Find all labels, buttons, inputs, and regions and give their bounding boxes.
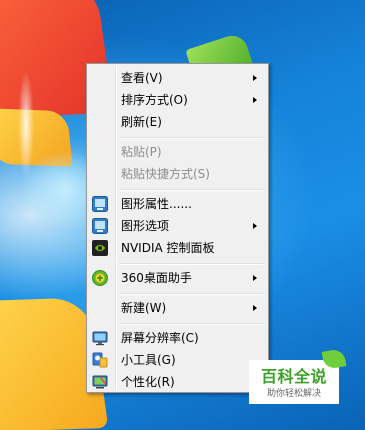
menu-item-new[interactable]: 新建(W): [89, 297, 266, 319]
menu-item-sort-by[interactable]: 排序方式(O): [89, 89, 266, 111]
menu-item-label: 查看(V): [121, 71, 163, 85]
menu-item-label: 排序方式(O): [121, 93, 188, 107]
menu-item-graphics-options[interactable]: 图形选项: [89, 215, 266, 237]
menu-item-label: 图形选项: [121, 219, 170, 233]
submenu-arrow-icon: [253, 97, 257, 103]
menu-item-gadgets[interactable]: 小工具(G): [89, 349, 266, 371]
watermark-title: 百科全说: [260, 367, 327, 386]
menu-item-view[interactable]: 查看(V): [89, 67, 266, 89]
menu-item-screen-resolution[interactable]: 屏幕分辨率(C): [89, 327, 266, 349]
personalize-icon: [92, 374, 108, 390]
menu-item-label: 360桌面助手: [121, 271, 192, 285]
menu-item-label: 新建(W): [121, 301, 167, 315]
menu-item-nvidia-control-panel[interactable]: NVIDIA 控制面板: [89, 237, 266, 259]
submenu-arrow-icon: [253, 75, 257, 81]
menu-item-label: 图形属性......: [121, 197, 192, 211]
nvidia-icon: [92, 240, 108, 256]
menu-separator: [119, 263, 265, 265]
desktop-context-menu: 查看(V) 排序方式(O) 刷新(E) 粘贴(P) 粘贴快捷方式(S) 图形属性…: [86, 63, 269, 393]
gadgets-icon: [92, 352, 108, 368]
intel-graphics-options-icon: [92, 218, 108, 234]
menu-item-graphics-properties[interactable]: 图形属性......: [89, 193, 266, 215]
menu-separator: [119, 293, 265, 295]
menu-item-paste-shortcut[interactable]: 粘贴快捷方式(S): [89, 163, 266, 185]
submenu-arrow-icon: [253, 305, 257, 311]
menu-item-360-desktop-assistant[interactable]: 360桌面助手: [89, 267, 266, 289]
menu-item-refresh[interactable]: 刷新(E): [89, 111, 266, 133]
wallpaper-light-streak: [18, 70, 34, 180]
menu-item-personalize[interactable]: 个性化(R): [89, 371, 266, 393]
watermark-badge: 百科全说 助你轻松解决: [249, 348, 347, 404]
display-icon: [92, 330, 108, 346]
watermark-subtitle: 助你轻松解决: [266, 389, 321, 399]
menu-item-label: 粘贴快捷方式(S): [121, 167, 210, 181]
360-icon: [92, 270, 108, 286]
menu-item-label: 小工具(G): [121, 353, 176, 367]
submenu-arrow-icon: [253, 275, 257, 281]
submenu-arrow-icon: [253, 223, 257, 229]
menu-item-label: NVIDIA 控制面板: [121, 241, 215, 255]
menu-separator: [119, 189, 265, 191]
menu-separator: [119, 323, 265, 325]
menu-item-label: 个性化(R): [121, 375, 175, 389]
menu-item-paste[interactable]: 粘贴(P): [89, 141, 266, 163]
menu-item-label: 粘贴(P): [121, 145, 162, 159]
intel-graphics-icon: [92, 196, 108, 212]
menu-item-label: 屏幕分辨率(C): [121, 331, 199, 345]
menu-separator: [119, 137, 265, 139]
menu-item-label: 刷新(E): [121, 115, 162, 129]
